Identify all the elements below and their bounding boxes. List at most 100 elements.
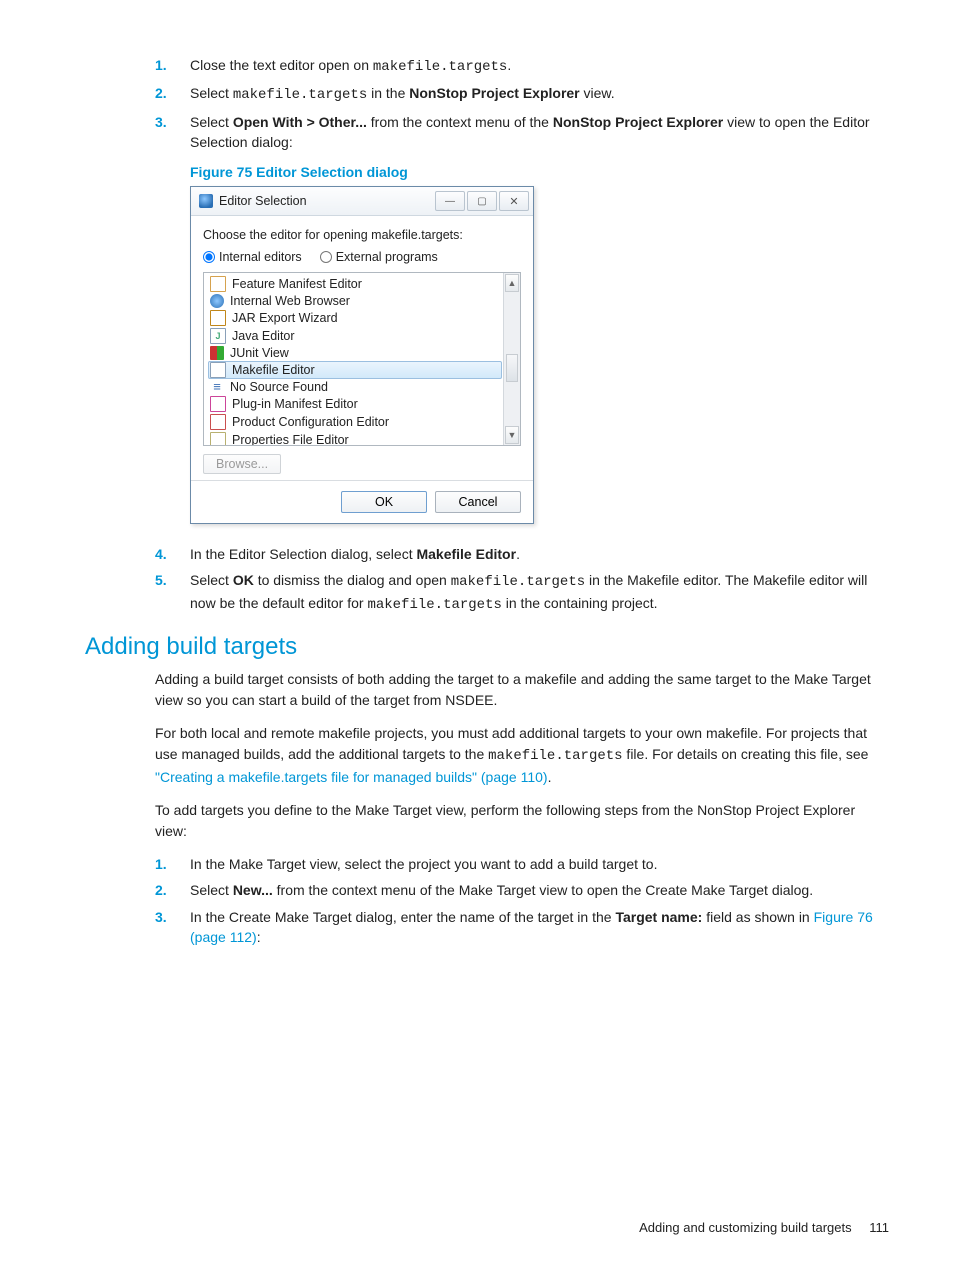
step-5-text-a: Select [190, 572, 233, 588]
para-2-c: . [548, 769, 552, 785]
list-item[interactable]: Internal Web Browser [208, 293, 502, 309]
cancel-button[interactable]: Cancel [435, 491, 521, 513]
list-item-selected[interactable]: Makefile Editor [208, 361, 502, 379]
ok-button[interactable]: OK [341, 491, 427, 513]
browse-button[interactable]: Browse... [203, 454, 281, 474]
para-2-code: makefile.targets [488, 748, 622, 764]
steps-list-a: 1. Close the text editor open on makefil… [85, 55, 889, 152]
step-2-code: makefile.targets [233, 87, 367, 103]
para-2-b: file. For details on creating this file,… [623, 746, 869, 762]
scroll-up-icon[interactable]: ▲ [505, 274, 519, 292]
step-c-3: 3. In the Create Make Target dialog, ent… [155, 907, 889, 948]
page-footer: Adding and customizing build targets 111 [639, 1220, 889, 1235]
footer-text: Adding and customizing build targets [639, 1220, 851, 1235]
step-c-3-text-b: field as shown in [702, 909, 813, 925]
junit-icon [210, 346, 224, 360]
list-item-label: JUnit View [230, 346, 289, 360]
editor-listbox[interactable]: Feature Manifest Editor Internal Web Bro… [203, 272, 521, 446]
list-item-label: Properties File Editor [232, 433, 349, 446]
product-config-icon [210, 414, 226, 430]
step-5-code-1: makefile.targets [451, 574, 585, 590]
radio-external-input[interactable] [320, 251, 332, 263]
radio-internal-input[interactable] [203, 251, 215, 263]
radio-internal-label: Internal editors [219, 250, 302, 264]
step-3-text-a: Select [190, 114, 233, 130]
steps-list-c: 1. In the Make Target view, select the p… [85, 854, 889, 947]
scroll-thumb[interactable] [506, 354, 518, 382]
close-button[interactable]: ✕ [499, 191, 529, 211]
step-2-text-a: Select [190, 85, 233, 101]
step-c-1-text: In the Make Target view, select the proj… [190, 856, 657, 872]
list-item[interactable]: Product Configuration Editor [208, 413, 502, 431]
step-2: 2. Select makefile.targets in the NonSto… [155, 83, 889, 105]
makefile-icon [210, 362, 226, 378]
list-item[interactable]: Feature Manifest Editor [208, 275, 502, 293]
list-item-label: Java Editor [232, 329, 295, 343]
steps-list-b: 4. In the Editor Selection dialog, selec… [85, 544, 889, 615]
dialog-icon [199, 194, 213, 208]
step-2-bold: NonStop Project Explorer [409, 85, 579, 101]
para-3: To add targets you define to the Make Ta… [155, 800, 889, 842]
scrollbar[interactable]: ▲ ▼ [503, 273, 520, 445]
list-item-label: JAR Export Wizard [232, 311, 338, 325]
properties-icon [210, 432, 226, 446]
step-c-2: 2. Select New... from the context menu o… [155, 880, 889, 900]
step-4-text-b: . [516, 546, 520, 562]
section-heading: Adding build targets [85, 633, 889, 661]
step-1-text-a: Close the text editor open on [190, 57, 373, 73]
step-c-3-text-c: : [257, 929, 261, 945]
step-1-code: makefile.targets [373, 59, 507, 75]
list-item-label: No Source Found [230, 380, 328, 394]
radio-internal-editors[interactable]: Internal editors [203, 250, 302, 264]
para-2: For both local and remote makefile proje… [155, 723, 889, 788]
maximize-button[interactable]: ▢ [467, 191, 497, 211]
list-item-label: Internal Web Browser [230, 294, 350, 308]
list-item-label: Makefile Editor [232, 363, 315, 377]
list-item-label: Feature Manifest Editor [232, 277, 362, 291]
list-item-label: Product Configuration Editor [232, 415, 389, 429]
list-item[interactable]: ≡ No Source Found [208, 379, 502, 395]
feature-manifest-icon [210, 276, 226, 292]
radio-external-label: External programs [336, 250, 438, 264]
step-3: 3. Select Open With > Other... from the … [155, 112, 889, 153]
link-creating-makefile[interactable]: "Creating a makefile.targets file for ma… [155, 769, 548, 785]
dialog-instruction: Choose the editor for opening makefile.t… [203, 228, 521, 242]
page-number: 111 [869, 1220, 889, 1235]
step-3-text-b: from the context menu of the [367, 114, 553, 130]
step-3-bold-1: Open With > Other... [233, 114, 367, 130]
step-3-bold-2: NonStop Project Explorer [553, 114, 723, 130]
step-5-bold: OK [233, 572, 254, 588]
jar-icon [210, 310, 226, 326]
list-item[interactable]: J Java Editor [208, 327, 502, 345]
scroll-down-icon[interactable]: ▼ [505, 426, 519, 444]
list-item[interactable]: JUnit View [208, 345, 502, 361]
step-5-code-2: makefile.targets [367, 597, 501, 613]
list-item[interactable]: Plug-in Manifest Editor [208, 395, 502, 413]
java-icon: J [210, 328, 226, 344]
list-item[interactable]: Properties File Editor [208, 431, 502, 446]
dialog-titlebar: Editor Selection — ▢ ✕ [191, 187, 533, 216]
step-c-2-text-a: Select [190, 882, 233, 898]
browser-icon [210, 294, 224, 308]
minimize-button[interactable]: — [435, 191, 465, 211]
dialog-container: Editor Selection — ▢ ✕ Choose the editor… [190, 186, 889, 524]
list-item-label: Plug-in Manifest Editor [232, 397, 358, 411]
step-c-2-bold: New... [233, 882, 273, 898]
no-source-icon: ≡ [210, 380, 224, 394]
editor-selection-dialog: Editor Selection — ▢ ✕ Choose the editor… [190, 186, 534, 524]
step-c-3-text-a: In the Create Make Target dialog, enter … [190, 909, 615, 925]
step-c-3-bold: Target name: [615, 909, 702, 925]
step-5-text-d: in the containing project. [502, 595, 658, 611]
step-2-text-c: view. [580, 85, 615, 101]
list-item[interactable]: JAR Export Wizard [208, 309, 502, 327]
step-c-2-text-b: from the context menu of the Make Target… [273, 882, 813, 898]
step-4-text-a: In the Editor Selection dialog, select [190, 546, 416, 562]
radio-external-programs[interactable]: External programs [320, 250, 438, 264]
para-1: Adding a build target consists of both a… [155, 669, 889, 711]
plugin-icon [210, 396, 226, 412]
step-5-text-b: to dismiss the dialog and open [254, 572, 451, 588]
step-c-1: 1. In the Make Target view, select the p… [155, 854, 889, 874]
step-1: 1. Close the text editor open on makefil… [155, 55, 889, 77]
figure-caption: Figure 75 Editor Selection dialog [190, 164, 889, 180]
dialog-title: Editor Selection [219, 194, 307, 208]
